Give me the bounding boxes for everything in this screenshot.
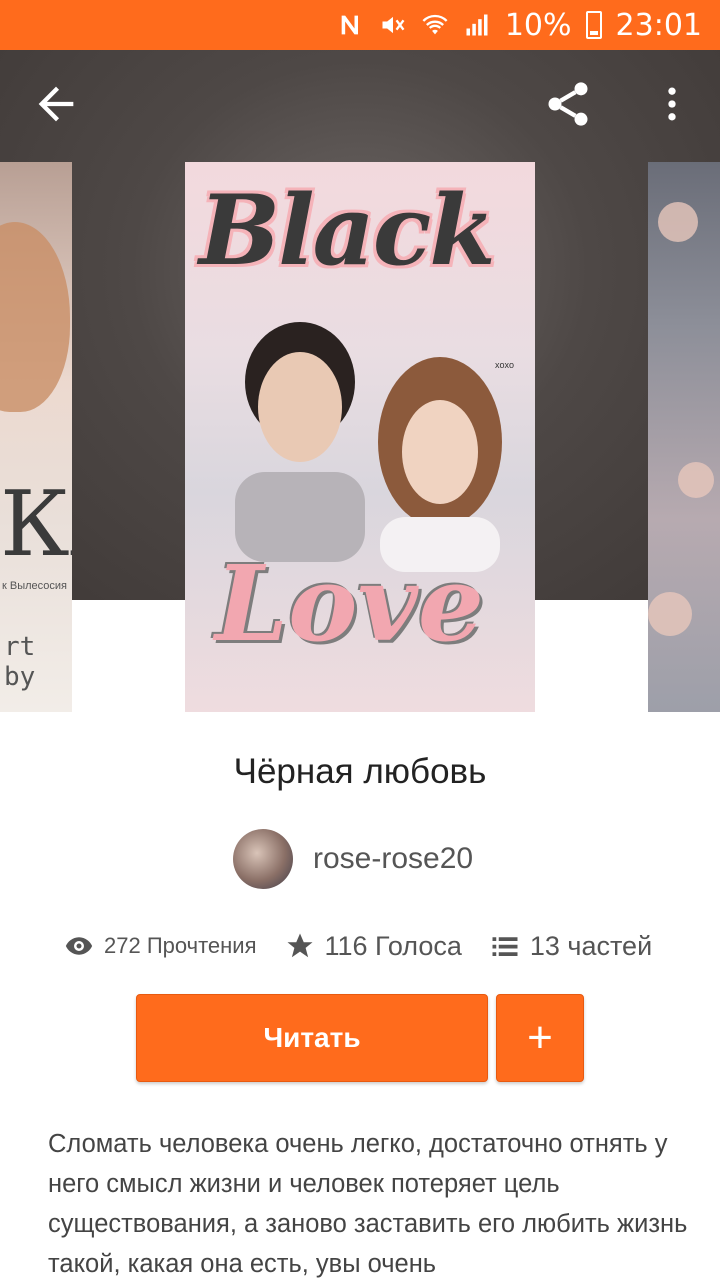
status-icons: 10% 23:01 [337, 0, 702, 50]
avatar[interactable] [233, 829, 293, 889]
mute-icon [379, 11, 407, 39]
star-icon [287, 933, 312, 958]
votes-count: 116 Голоса [324, 930, 462, 961]
author-name[interactable]: rose-rose20 [313, 842, 473, 876]
eye-icon [65, 937, 93, 955]
cover-subtitle: к Вылесосия [2, 580, 67, 592]
cover-title-bottom: Love [215, 542, 485, 665]
cover-title: КА [0, 472, 72, 577]
cover-person-left [235, 322, 365, 562]
cover-art [0, 222, 70, 412]
author-row[interactable]: rose-rose20 [233, 828, 473, 890]
share-icon[interactable] [542, 78, 594, 130]
stat-votes: 116 Голоса [285, 931, 462, 962]
cover-byline: rt by [4, 632, 36, 692]
cover-title-top: Black [199, 174, 496, 287]
parts-count: 13 частей [529, 930, 653, 961]
more-vert-icon[interactable] [650, 78, 694, 130]
add-to-library-button[interactable]: + [496, 994, 584, 1082]
cover-art [678, 462, 714, 498]
wifi-icon [421, 11, 449, 39]
stat-reads: 272 Прочтения [64, 931, 257, 961]
signal-icon [463, 11, 491, 39]
cover-person-right [378, 357, 502, 572]
list-icon [492, 937, 518, 956]
cover-art [658, 202, 698, 242]
battery-percent: 10% [504, 7, 572, 43]
book-description: Сломать человека очень легко, достаточно… [48, 1130, 688, 1278]
stat-parts: 13 частей [490, 931, 652, 962]
status-bar: 10% 23:01 [0, 0, 720, 50]
cover-current[interactable]: Black xoxo Love [185, 162, 535, 712]
read-button[interactable]: Читать [136, 994, 488, 1082]
top-bar [0, 50, 720, 162]
cover-art [648, 592, 692, 636]
nfc-icon [337, 11, 365, 39]
clock: 23:01 [615, 7, 702, 43]
cover-small-text: xoxo [495, 360, 515, 370]
stats-row: 272 Прочтения 116 Голоса 13 частей [64, 922, 652, 970]
reads-count: 272 Прочтения [104, 933, 257, 958]
book-title: Чёрная любовь [233, 752, 487, 791]
back-arrow-icon[interactable] [30, 78, 82, 130]
battery-icon [585, 11, 602, 39]
cover-previous[interactable]: КА к Вылесосия rt by [0, 162, 72, 712]
cover-next[interactable] [648, 162, 720, 712]
